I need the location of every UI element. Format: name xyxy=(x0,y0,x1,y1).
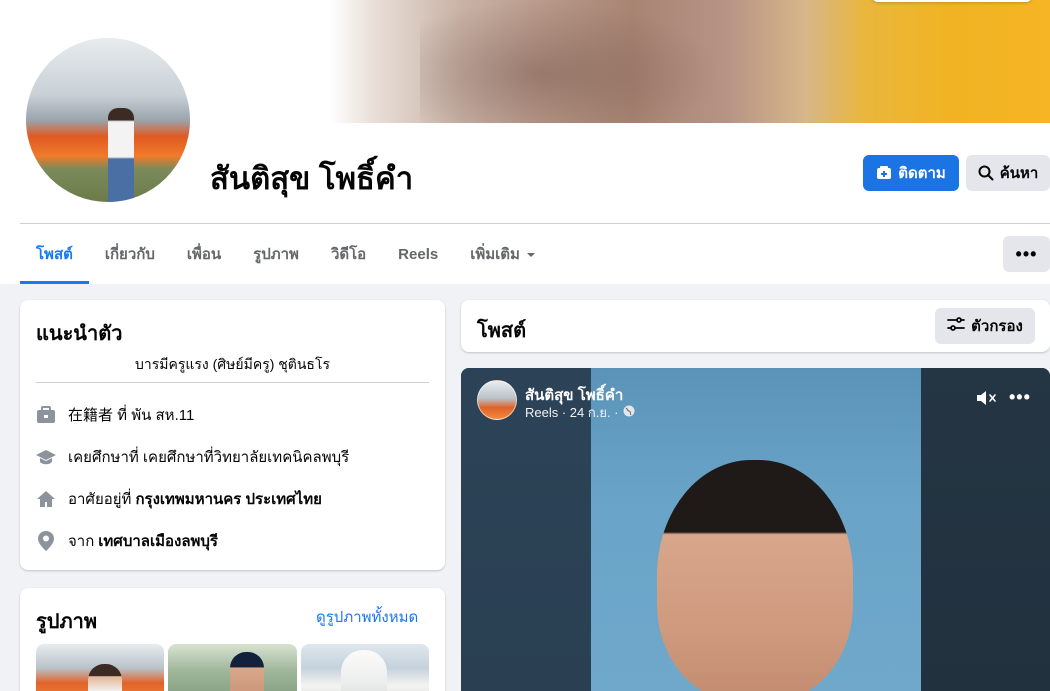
photo-subject xyxy=(88,664,122,691)
posts-header-card: โพสต์ ตัวกรอง xyxy=(461,300,1050,352)
tab-about-label: เกี่ยวกับ xyxy=(104,246,155,263)
location-pin-icon xyxy=(36,531,56,551)
reel-blur-right xyxy=(921,368,1050,691)
search-icon xyxy=(978,165,994,181)
reel-subject xyxy=(657,460,853,691)
tab-videos-label: วิดีโอ xyxy=(330,246,367,263)
globe-icon xyxy=(623,405,635,420)
intro-title: แนะนำตัว xyxy=(36,323,123,345)
tab-friends-label: เพื่อน xyxy=(186,246,222,263)
tab-reels[interactable]: Reels xyxy=(382,224,454,284)
intro-hometown-link[interactable]: เทศบาลเมืองลพบุรี xyxy=(98,529,218,553)
search-label: ค้นหา xyxy=(999,165,1039,182)
profile-tabs: โพสต์ เกี่ยวกับ เพื่อน รูปภาพ วิดีโอ Ree… xyxy=(20,224,552,284)
intro-item-work: 在籍者 ที่ พัน สห.11 xyxy=(36,401,429,429)
tab-more[interactable]: เพิ่มเติม xyxy=(454,224,552,284)
more-options-button[interactable]: ••• xyxy=(1003,236,1050,272)
tab-videos[interactable]: วิดีโอ xyxy=(315,224,382,284)
follow-label: ติดตาม xyxy=(898,165,946,182)
intro-hometown-prefix: จาก xyxy=(68,533,95,550)
intro-item-home: อาศัยอยู่ที่ กรุงเทพมหานคร ประเทศไทย xyxy=(36,485,429,513)
mute-icon[interactable] xyxy=(975,388,999,413)
filter-icon xyxy=(947,316,966,336)
photo-thumbnail[interactable] xyxy=(36,644,164,691)
more-options-dots: ••• xyxy=(1015,243,1038,264)
reel-meta-text: Reels · 24 ก.ย. · xyxy=(525,405,619,420)
profile-name: สันติสุข โพธิ์คำ xyxy=(210,161,414,196)
home-icon xyxy=(36,489,56,509)
see-all-photos-link[interactable]: ดูรูปภาพทั้งหมด xyxy=(316,605,418,629)
reel-post[interactable]: สันติสุข โพธิ์คำ Reels · 24 ก.ย. · ••• xyxy=(461,368,1050,691)
intro-home-prefix: อาศัยอยู่ที่ xyxy=(68,491,132,508)
intro-home-link[interactable]: กรุงเทพมหานคร ประเทศไทย xyxy=(135,487,321,511)
intro-education-text: เคยศึกษาที่ เคยศึกษาที่วิทยาลัยเทคนิคลพบ… xyxy=(68,449,350,466)
photo-thumbnail[interactable] xyxy=(301,644,429,691)
tab-photos[interactable]: รูปภาพ xyxy=(237,224,315,284)
posts-title: โพสต์ xyxy=(477,320,527,342)
search-button[interactable]: ค้นหา xyxy=(966,155,1050,191)
tab-photos-label: รูปภาพ xyxy=(253,246,299,263)
filter-label: ตัวกรอง xyxy=(971,318,1023,335)
tab-friends[interactable]: เพื่อน xyxy=(171,224,237,284)
cover-image-shade xyxy=(420,0,720,123)
reel-meta: Reels · 24 ก.ย. · xyxy=(525,402,635,423)
intro-work-text: 在籍者 ที่ พัน สห.11 xyxy=(68,407,195,424)
reel-author-avatar[interactable] xyxy=(477,380,517,420)
tab-posts[interactable]: โพสต์ xyxy=(20,224,89,284)
photo-subject xyxy=(230,652,264,691)
polar-bear xyxy=(341,650,387,691)
intro-divider xyxy=(36,382,429,383)
photos-card: รูปภาพ ดูรูปภาพทั้งหมด xyxy=(20,588,445,691)
follow-icon xyxy=(876,165,892,181)
reel-more-button[interactable]: ••• xyxy=(1009,388,1031,406)
intro-bio: บารมีครูแรง (ศิษย์มีครู) ชุตินธโร xyxy=(134,356,331,372)
avatar-person xyxy=(108,108,134,202)
tab-about[interactable]: เกี่ยวกับ xyxy=(89,224,171,284)
briefcase-icon xyxy=(36,405,56,425)
tab-reels-label: Reels xyxy=(398,245,439,263)
tab-posts-label: โพสต์ xyxy=(36,246,73,263)
photos-title: รูปภาพ xyxy=(36,611,98,633)
tab-more-label: เพิ่มเติม xyxy=(470,246,520,263)
cover-menu-edge xyxy=(872,0,1032,2)
intro-item-hometown: จาก เทศบาลเมืองลพบุรี xyxy=(36,527,429,555)
profile-avatar[interactable] xyxy=(22,34,194,206)
filter-button[interactable]: ตัวกรอง xyxy=(935,308,1035,344)
caret-down-icon xyxy=(526,246,536,263)
intro-item-education: เคยศึกษาที่ เคยศึกษาที่วิทยาลัยเทคนิคลพบ… xyxy=(36,443,429,471)
intro-card: แนะนำตัว บารมีครูแรง (ศิษย์มีครู) ชุตินธ… xyxy=(20,300,445,570)
graduation-cap-icon xyxy=(36,447,56,467)
photo-thumbnail[interactable] xyxy=(168,644,297,691)
follow-button[interactable]: ติดตาม xyxy=(863,155,959,191)
